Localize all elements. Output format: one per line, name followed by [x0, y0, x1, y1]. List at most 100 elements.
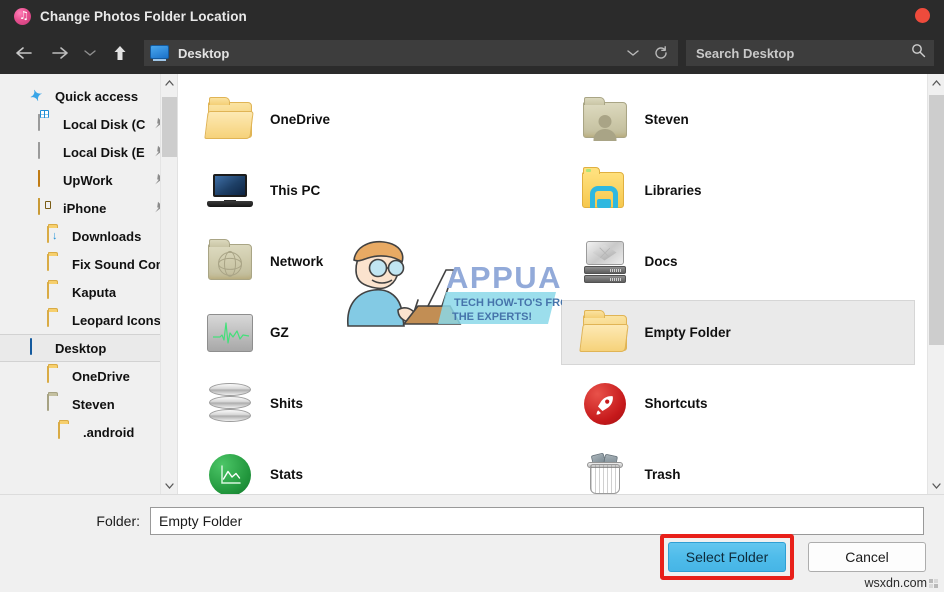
desktop-monitor-icon: [150, 45, 170, 61]
sidebar-item-android[interactable]: .android: [0, 418, 177, 446]
sidebar-item-onedrive[interactable]: OneDrive: [0, 362, 177, 390]
sidebar-item-leopard-icons[interactable]: Leopard Icons: [0, 306, 177, 334]
sidebar-item-local-disk-c[interactable]: Local Disk (C: [0, 110, 177, 138]
sidebar-item-desktop[interactable]: Desktop: [0, 334, 177, 362]
window-title: Change Photos Folder Location: [40, 8, 247, 24]
open-folder-icon: [206, 96, 254, 144]
folder-name-input[interactable]: [150, 507, 924, 535]
sidebar-item-label: .android: [83, 424, 135, 440]
file-item-docs[interactable]: Docs: [553, 226, 928, 297]
dialog-footer: Folder: Select Folder Cancel wsxdn.com: [0, 494, 944, 592]
trash-can-icon: [581, 451, 629, 495]
file-list: OneDrive Steven This PC Libraries Networ…: [178, 74, 944, 494]
sidebar-item-label: Steven: [72, 396, 115, 412]
scroll-track[interactable]: [161, 91, 178, 477]
sidebar-item-kaputa[interactable]: Kaputa: [0, 278, 177, 306]
folder-field-label: Folder:: [96, 513, 140, 529]
disk-stack-icon: [206, 380, 254, 428]
sidebar-item-label: Fix Sound Comi: [72, 256, 171, 272]
file-item-shits[interactable]: Shits: [178, 368, 553, 439]
sidebar-item-steven[interactable]: Steven: [0, 390, 177, 418]
recent-locations-chevron-down-icon[interactable]: [78, 38, 102, 68]
scroll-down-icon[interactable]: [928, 477, 944, 494]
search-box[interactable]: [686, 40, 934, 66]
file-item-stats[interactable]: Stats: [178, 439, 553, 494]
sidebar-item-label: OneDrive: [72, 368, 130, 384]
up-arrow-icon[interactable]: [102, 38, 138, 68]
scroll-thumb[interactable]: [928, 95, 944, 345]
navigation-sidebar: ✦ Quick access Local Disk (C Local Disk …: [0, 74, 178, 494]
file-item-label: Empty Folder: [644, 325, 731, 340]
file-item-trash[interactable]: Trash: [553, 439, 928, 494]
file-item-label: Network: [270, 254, 324, 269]
back-arrow-icon[interactable]: [6, 38, 42, 68]
select-folder-highlight-box: Select Folder: [660, 534, 794, 580]
scroll-up-icon[interactable]: [161, 74, 178, 91]
dialog-body: ✦ Quick access Local Disk (C Local Disk …: [0, 74, 944, 494]
file-item-empty-folder[interactable]: Empty Folder: [553, 297, 928, 368]
network-folder-icon: [206, 238, 254, 286]
select-folder-button[interactable]: Select Folder: [668, 542, 786, 572]
file-item-label: Trash: [644, 467, 681, 482]
file-item-shortcuts[interactable]: Shortcuts: [553, 368, 928, 439]
scroll-up-icon[interactable]: [928, 74, 944, 91]
sidebar-list: ✦ Quick access Local Disk (C Local Disk …: [0, 74, 177, 446]
file-item-this-pc[interactable]: This PC: [178, 155, 553, 226]
search-icon: [911, 43, 926, 63]
file-item-label: GZ: [270, 325, 289, 340]
windows-drive-icon: [38, 110, 56, 133]
sidebar-item-fix-sound-comi[interactable]: Fix Sound Comi: [0, 250, 177, 278]
rocket-icon: [581, 380, 629, 428]
quick-access-star-icon: ✦: [27, 86, 46, 107]
file-item-steven[interactable]: Steven: [553, 84, 928, 155]
libraries-folder-icon: [581, 166, 629, 215]
file-item-label: Shits: [270, 396, 304, 411]
file-item-label: This PC: [270, 183, 321, 198]
sidebar-item-label: Desktop: [55, 340, 107, 356]
address-chevron-down-icon[interactable]: [620, 41, 646, 65]
close-icon[interactable]: [915, 8, 930, 23]
sidebar-item-label: iPhone: [63, 200, 107, 216]
wsxdn-text: wsxdn.com: [864, 576, 927, 590]
sidebar-item-iphone[interactable]: iPhone: [0, 194, 177, 222]
wsxdn-watermark: wsxdn.com: [864, 576, 938, 590]
scroll-down-icon[interactable]: [161, 477, 178, 494]
downloads-folder-icon: ↓: [47, 226, 65, 245]
navigation-bar: Desktop: [0, 32, 944, 74]
sidebar-item-label: UpWork: [63, 172, 113, 188]
cancel-button[interactable]: Cancel: [808, 542, 926, 572]
file-item-libraries[interactable]: Libraries: [553, 155, 928, 226]
usb-drive-icon: [38, 198, 56, 217]
file-item-label: Docs: [644, 254, 678, 269]
orange-drive-icon: [38, 170, 56, 189]
footer-buttons: Select Folder Cancel: [660, 534, 926, 580]
sidebar-scrollbar[interactable]: [160, 74, 177, 494]
green-chart-icon: [206, 451, 254, 494]
file-item-onedrive[interactable]: OneDrive: [178, 84, 553, 155]
folder-icon: [47, 366, 65, 385]
file-list-scrollbar[interactable]: [927, 74, 944, 494]
file-grid: OneDrive Steven This PC Libraries Networ…: [178, 74, 927, 494]
sidebar-item-local-disk-e[interactable]: Local Disk (E: [0, 138, 177, 166]
user-folder-icon: [47, 394, 65, 413]
user-folder-icon: [581, 96, 629, 144]
folder-row: Folder:: [0, 495, 944, 535]
sidebar-item-label: Local Disk (C: [63, 116, 146, 132]
sidebar-item-quick-access[interactable]: ✦ Quick access: [0, 82, 177, 110]
forward-arrow-icon[interactable]: [42, 38, 78, 68]
open-folder-icon: [581, 309, 629, 357]
scroll-thumb[interactable]: [161, 97, 177, 157]
file-item-gz[interactable]: GZ: [178, 297, 553, 368]
sidebar-item-downloads[interactable]: ↓ Downloads: [0, 222, 177, 250]
search-input[interactable]: [696, 45, 907, 61]
refresh-icon[interactable]: [648, 41, 674, 65]
hard-drive-icon: [581, 238, 629, 286]
sidebar-item-upwork[interactable]: UpWork: [0, 166, 177, 194]
folder-icon: [47, 310, 65, 329]
file-item-network[interactable]: Network: [178, 226, 553, 297]
sidebar-item-label: Kaputa: [72, 284, 117, 300]
address-bar[interactable]: Desktop: [144, 40, 678, 66]
folder-icon: [58, 422, 76, 441]
scroll-track[interactable]: [928, 91, 944, 477]
file-item-label: Libraries: [644, 183, 702, 198]
